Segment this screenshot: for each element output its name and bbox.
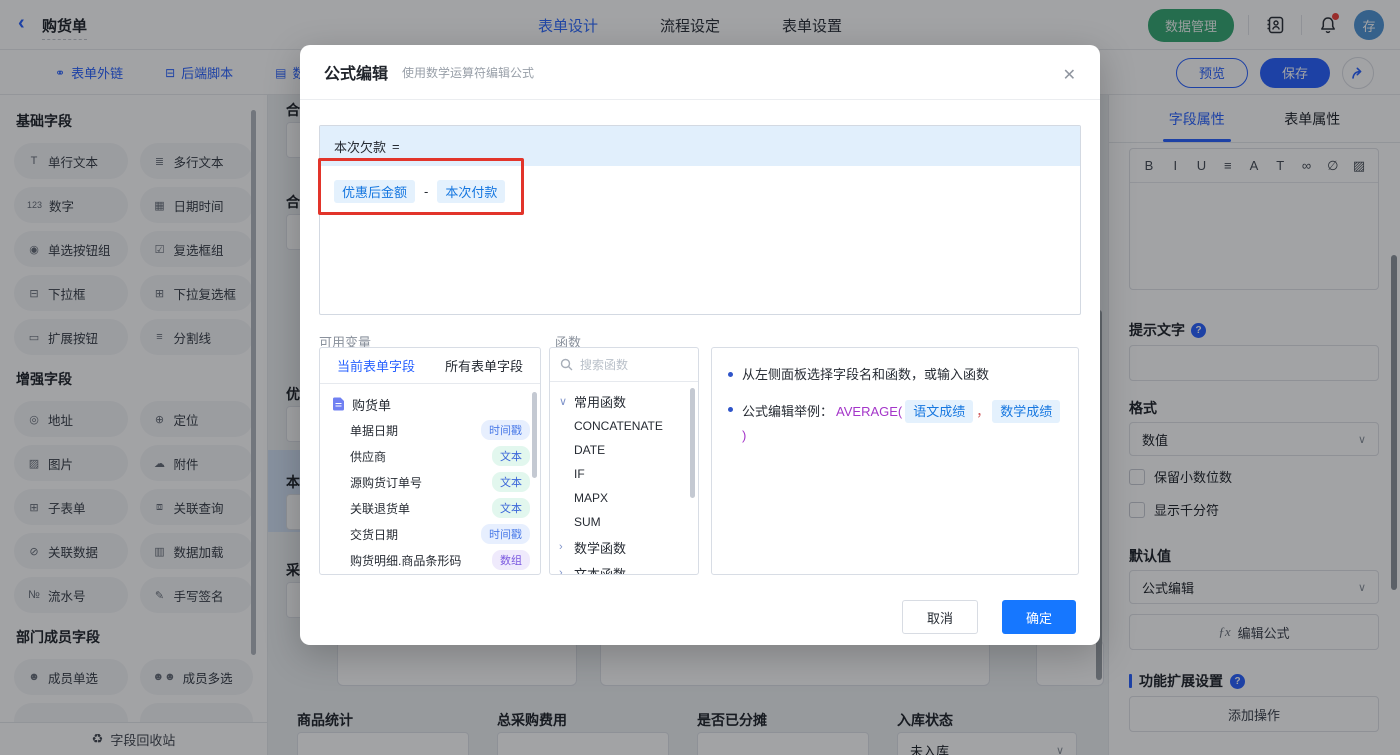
function-group-row[interactable]: › 文本函数	[550, 560, 698, 575]
function-search	[550, 348, 698, 382]
chevron-right-icon: ›	[559, 541, 563, 553]
formula-target: 本次欠款	[334, 139, 387, 155]
variable-row[interactable]: 关联退货单 文本	[320, 495, 540, 521]
variable-row[interactable]: 供应商 文本	[320, 443, 540, 469]
tips-box: 从左侧面板选择字段名和函数，或输入函数 公式编辑举例： AVERAGE(语文成绩，数…	[711, 347, 1079, 575]
formula-equals: =	[392, 138, 400, 154]
tip-text: 从左侧面板选择字段名和函数，或输入函数	[742, 367, 990, 382]
variable-type-badge: 时间戳	[481, 420, 530, 440]
tab-all-form-fields[interactable]: 所有表单字段	[445, 356, 523, 375]
form-designer-app: ‹ 购货单 表单设计流程设定表单设置 数据管理 存 ⚭表单外链⊟后端脚本▤数据权…	[0, 0, 1400, 755]
tip-text: ，	[976, 403, 990, 419]
function-group-row[interactable]: › 数学函数	[550, 534, 698, 560]
formula-field-chip[interactable]: 优惠后金额	[334, 180, 416, 203]
modal-footer: 取消 确定	[902, 600, 1076, 634]
close-icon[interactable]: ✕	[1063, 65, 1076, 85]
functions-scrollbar[interactable]	[690, 388, 695, 498]
function-group-row[interactable]: ∨ 常用函数	[550, 388, 698, 414]
functions-box: ∨ 常用函数 CONCATENATEDATEIFMAPXSUM › 数学函数 › 文本函数	[549, 347, 699, 575]
variable-type-badge: 文本	[492, 498, 530, 518]
bullet-icon	[728, 372, 733, 377]
variable-type-badge: 文本	[492, 446, 530, 466]
functions-list: ∨ 常用函数 CONCATENATE DATE IF MAPX SUM › 数学函数 › 文本函数	[550, 382, 698, 575]
formula-edit-modal: 公式编辑 使用数学运算符编辑公式 ✕ 本次欠款 = 优惠后金额 - 本次付款 可用变…	[300, 45, 1100, 645]
tab-current-form-fields[interactable]: 当前表单字段	[337, 356, 415, 375]
variable-type-badge: 文本	[492, 472, 530, 492]
function-name-text: AVERAGE(	[836, 403, 903, 419]
formula-field-chip[interactable]: 本次付款	[437, 180, 506, 203]
variable-type-badge: 数组	[492, 550, 530, 570]
variables-tabs: 当前表单字段 所有表单字段	[320, 348, 540, 384]
formula-target-row: 本次欠款 =	[320, 126, 1080, 166]
function-name-text: )	[742, 428, 747, 443]
bullet-icon	[728, 406, 733, 412]
confirm-button[interactable]: 确定	[1002, 600, 1076, 634]
variables-scrollbar[interactable]	[532, 392, 537, 478]
variable-row[interactable]: 购货明细.商品条形码 数组	[320, 547, 540, 573]
function-group-label: 文本函数	[574, 566, 627, 575]
function-item[interactable]: CONCATENATE	[550, 414, 698, 438]
search-icon	[560, 358, 573, 371]
variables-form-row[interactable]: 购货单	[320, 391, 540, 417]
function-group-label: 数学函数	[574, 540, 627, 556]
variable-row[interactable]: 源购货订单号 文本	[320, 469, 540, 495]
variable-row[interactable]: 交货日期 时间戳	[320, 521, 540, 547]
function-group-label: 常用函数	[574, 394, 627, 410]
formula-tokens[interactable]: 优惠后金额 - 本次付款	[320, 166, 1080, 217]
variable-name: 交货日期	[350, 527, 399, 542]
tip-item: 从左侧面板选择字段名和函数，或输入函数	[728, 365, 1062, 385]
chevron-right-icon: ›	[559, 567, 563, 575]
variable-name: 购货明细.商品条形码	[350, 553, 462, 568]
variable-name: 源购货订单号	[350, 475, 423, 490]
variable-name: 关联退货单	[350, 501, 411, 516]
function-item[interactable]: DATE	[550, 438, 698, 462]
formula-operator: -	[424, 184, 429, 199]
variable-name: 单据日期	[350, 423, 399, 438]
example-field-chip: 数学成绩	[992, 399, 1061, 423]
cancel-button[interactable]: 取消	[902, 600, 978, 634]
modal-header: 公式编辑 使用数学运算符编辑公式 ✕	[300, 45, 1100, 100]
variables-list: 购货单 单据日期 时间戳 供应商 文本 源购货订单号 文本 关联退货单 文本 交货日期 时间戳 购货明…	[320, 384, 540, 574]
variable-name: 供应商	[350, 449, 387, 464]
variables-form-name: 购货单	[352, 397, 392, 413]
variable-row[interactable]: 数组	[320, 573, 540, 574]
function-item[interactable]: MAPX	[550, 486, 698, 510]
document-icon	[332, 397, 345, 411]
function-item[interactable]: SUM	[550, 510, 698, 534]
tip-item: 公式编辑举例： AVERAGE(语文成绩，数学成绩)	[728, 399, 1062, 446]
function-item[interactable]: IF	[550, 462, 698, 486]
variables-box: 当前表单字段 所有表单字段 购货单 单据日期 时间戳 供应商 文本 源购货订单号 文本 关联退…	[319, 347, 541, 575]
variable-type-badge: 时间戳	[481, 524, 530, 544]
modal-subtitle: 使用数学运算符编辑公式	[402, 65, 535, 80]
variable-row[interactable]: 单据日期 时间戳	[320, 417, 540, 443]
function-search-input[interactable]	[580, 357, 675, 372]
modal-title: 公式编辑	[324, 66, 389, 83]
example-field-chip: 语文成绩	[905, 399, 974, 423]
formula-editor[interactable]: 本次欠款 = 优惠后金额 - 本次付款	[319, 125, 1081, 315]
chevron-down-icon: ∨	[559, 395, 568, 408]
tip-text: 公式编辑举例：	[742, 403, 834, 419]
